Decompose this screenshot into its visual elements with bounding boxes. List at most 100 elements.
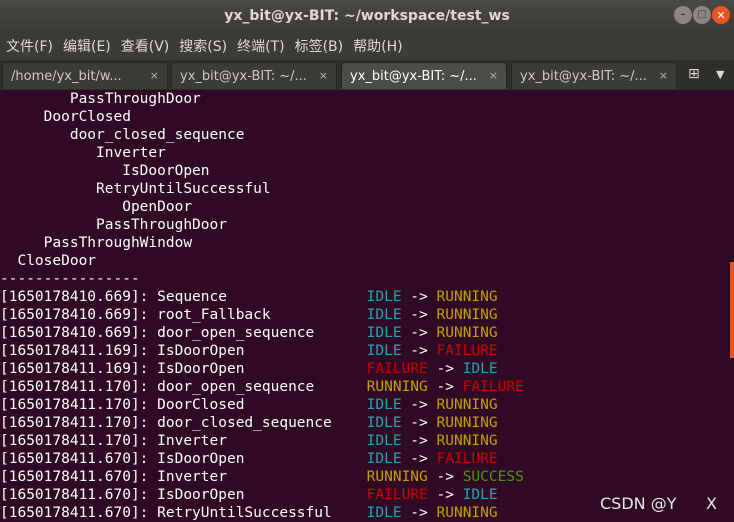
log-prefix: [1650178411.169]: IsDoorOpen — [0, 361, 367, 377]
menu-bar: 文件(F) 编辑(E) 查看(V) 搜索(S) 终端(T) 标签(B) 帮助(H) — [0, 32, 734, 60]
status-to: FAILURE — [462, 379, 524, 395]
tab-label: yx_bit@yx-BIT: ~/... — [350, 68, 476, 84]
tab-close-icon[interactable]: × — [659, 69, 668, 82]
tree-line: door_closed_sequence — [0, 127, 245, 143]
tab-3[interactable]: yx_bit@yx-BIT: ~/... × — [341, 62, 507, 89]
arrow: -> — [401, 343, 437, 359]
log-line: [1650178410.669]: Sequence IDLE -> RUNNI… — [0, 288, 730, 306]
log-line: [1650178411.670]: Inverter RUNNING -> SU… — [0, 468, 730, 486]
tab-label: yx_bit@yx-BIT: ~/... — [180, 68, 306, 84]
log-prefix: [1650178411.170]: DoorClosed — [0, 397, 367, 413]
arrow: -> — [427, 487, 463, 503]
minimize-icon[interactable]: – — [674, 6, 692, 24]
tree-line: RetryUntilSuccessful — [0, 181, 271, 197]
log-prefix: [1650178411.670]: IsDoorOpen — [0, 451, 367, 467]
menu-item[interactable]: 编辑(E) — [57, 36, 111, 56]
tab-menu-chevron-down-icon[interactable]: ▼ — [716, 68, 724, 81]
log-prefix: [1650178411.670]: RetryUntilSuccessful — [0, 505, 367, 521]
log-line: [1650178411.170]: DoorClosed IDLE -> RUN… — [0, 396, 730, 414]
log-line: [1650178411.670]: IsDoorOpen IDLE -> FAI… — [0, 450, 730, 468]
menu-item[interactable]: 文件(F) — [0, 36, 53, 56]
scrollbar-thumb[interactable] — [730, 262, 734, 358]
status-to: FAILURE — [436, 343, 498, 359]
status-from: RUNNING — [366, 379, 428, 395]
menu-item[interactable]: 查看(V) — [115, 36, 170, 56]
log-prefix: [1650178411.170]: Inverter — [0, 433, 367, 449]
menu-item[interactable]: 标签(B) — [289, 36, 344, 56]
status-from: FAILURE — [366, 361, 428, 377]
arrow: -> — [401, 451, 437, 467]
status-to: SUCCESS — [462, 469, 524, 485]
tab-bar: ⊞ ▼ /home/yx_bit/w... × yx_bit@yx-BIT: ~/.… — [0, 60, 734, 90]
tab-close-icon[interactable]: × — [319, 69, 328, 82]
tree-line: PassThroughDoor — [0, 91, 201, 107]
log-line: [1650178410.669]: root_Fallback IDLE -> … — [0, 306, 730, 324]
watermark-x: X — [706, 494, 717, 513]
status-from: IDLE — [366, 451, 402, 467]
status-to: RUNNING — [436, 325, 498, 341]
title-bar[interactable]: yx_bit@yx-BIT: ~/workspace/test_ws – □ ✕ — [0, 0, 734, 32]
status-from: IDLE — [366, 433, 402, 449]
close-icon[interactable]: ✕ — [712, 6, 730, 24]
tab-label: yx_bit@yx-BIT: ~/... — [520, 68, 646, 84]
status-to: IDLE — [462, 361, 498, 377]
arrow: -> — [427, 469, 463, 485]
log-line: [1650178411.169]: IsDoorOpen IDLE -> FAI… — [0, 342, 730, 360]
log-prefix: [1650178410.669]: root_Fallback — [0, 307, 367, 323]
status-to: RUNNING — [436, 289, 498, 305]
log-line: [1650178411.170]: door_open_sequence RUN… — [0, 378, 730, 396]
log-line: [1650178410.669]: door_open_sequence IDL… — [0, 324, 730, 342]
status-to: RUNNING — [436, 397, 498, 413]
log-prefix: [1650178410.669]: Sequence — [0, 289, 367, 305]
status-to: RUNNING — [436, 433, 498, 449]
status-to: RUNNING — [436, 505, 498, 521]
log-prefix: [1650178411.170]: door_closed_sequence — [0, 415, 367, 431]
log-line: [1650178411.170]: Inverter IDLE -> RUNNI… — [0, 432, 730, 450]
log-prefix: [1650178411.670]: Inverter — [0, 469, 367, 485]
status-from: IDLE — [366, 289, 402, 305]
status-to: IDLE — [462, 487, 498, 503]
tree-line: IsDoorOpen — [0, 163, 210, 179]
status-from: IDLE — [366, 307, 402, 323]
tree-line: DoorClosed — [0, 109, 131, 125]
menu-item[interactable]: 帮助(H) — [347, 36, 402, 56]
tree-line: Inverter — [0, 145, 166, 161]
terminal-output[interactable]: PassThroughDoor DoorClosed door_closed_s… — [0, 90, 730, 522]
status-from: FAILURE — [366, 487, 428, 503]
arrow: -> — [401, 415, 437, 431]
status-from: IDLE — [366, 343, 402, 359]
menu-item[interactable]: 终端(T) — [231, 36, 284, 56]
tree-line: PassThroughWindow — [0, 235, 193, 251]
status-to: RUNNING — [436, 415, 498, 431]
menu-item[interactable]: 搜索(S) — [173, 36, 227, 56]
status-from: IDLE — [366, 505, 402, 521]
log-line: [1650178411.170]: door_closed_sequence I… — [0, 414, 730, 432]
arrow: -> — [401, 307, 437, 323]
watermark-text: CSDN @Y — [600, 494, 677, 513]
window-title: yx_bit@yx-BIT: ~/workspace/test_ws — [224, 8, 510, 24]
status-to: RUNNING — [436, 307, 498, 323]
arrow: -> — [401, 433, 437, 449]
new-tab-icon[interactable]: ⊞ — [688, 66, 700, 82]
tab-close-icon[interactable]: × — [489, 69, 498, 82]
log-prefix: [1650178411.169]: IsDoorOpen — [0, 343, 367, 359]
tab-label: /home/yx_bit/w... — [11, 68, 122, 84]
tab-2[interactable]: yx_bit@yx-BIT: ~/... × — [171, 62, 337, 89]
log-prefix: [1650178411.670]: IsDoorOpen — [0, 487, 367, 503]
tree-line: CloseDoor — [0, 253, 97, 269]
tab-close-icon[interactable]: × — [150, 69, 159, 82]
arrow: -> — [401, 505, 437, 521]
maximize-icon[interactable]: □ — [693, 6, 711, 24]
tree-line: ---------------- — [0, 271, 140, 287]
arrow: -> — [401, 289, 437, 305]
arrow: -> — [401, 397, 437, 413]
tree-line: PassThroughDoor — [0, 217, 227, 233]
log-line: [1650178411.169]: IsDoorOpen FAILURE -> … — [0, 360, 730, 378]
tab-4[interactable]: yx_bit@yx-BIT: ~/... × — [511, 62, 677, 89]
arrow: -> — [427, 379, 463, 395]
tab-1[interactable]: /home/yx_bit/w... × — [2, 62, 168, 89]
terminal-window: yx_bit@yx-BIT: ~/workspace/test_ws – □ ✕… — [0, 0, 734, 522]
status-to: FAILURE — [436, 451, 498, 467]
status-from: IDLE — [366, 415, 402, 431]
status-from: IDLE — [366, 397, 402, 413]
